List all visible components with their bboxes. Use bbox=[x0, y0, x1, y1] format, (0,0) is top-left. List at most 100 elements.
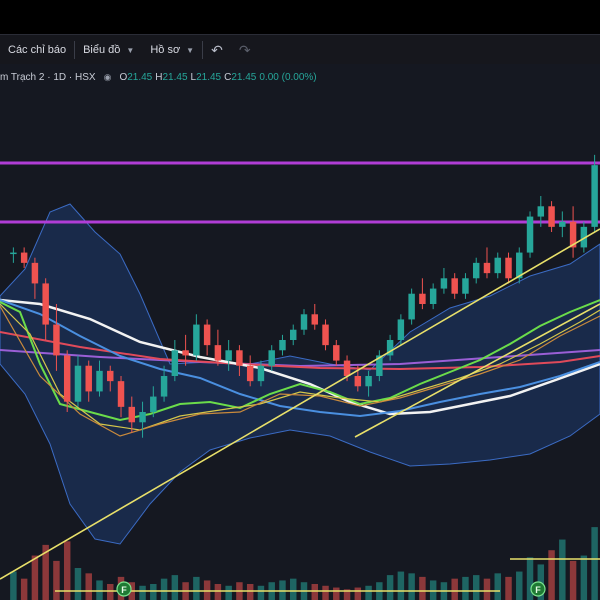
candle-body[interactable] bbox=[419, 293, 426, 304]
candle-body[interactable] bbox=[494, 257, 501, 274]
candle-body[interactable] bbox=[591, 165, 598, 227]
candle-body[interactable] bbox=[225, 350, 232, 361]
volume-bar bbox=[53, 560, 60, 600]
top-black-bar bbox=[0, 0, 600, 34]
volume-bar bbox=[591, 527, 598, 600]
indicators-label: Các chỉ báo bbox=[8, 44, 67, 56]
volume-bar bbox=[451, 578, 458, 600]
volume-bar bbox=[150, 584, 157, 600]
candle-body[interactable] bbox=[96, 370, 103, 392]
chart-toolbar: Các chỉ báo Biểu đồ ▼ Hồ sơ ▼ ↶ ↷ bbox=[0, 34, 600, 66]
chart-legend: m Trạch 2 · 1D · HSX ◉ O 21.45 H 21.45 L 21… bbox=[0, 72, 320, 83]
candle-body[interactable] bbox=[300, 314, 308, 330]
candle-body[interactable] bbox=[279, 340, 286, 351]
volume-bar bbox=[160, 578, 168, 600]
volume-bar bbox=[74, 568, 82, 600]
candle-body[interactable] bbox=[257, 365, 265, 382]
volume-bar bbox=[397, 571, 405, 600]
candle-body[interactable] bbox=[139, 412, 146, 423]
high-value: 21.45 bbox=[162, 72, 188, 83]
event-marker-f[interactable]: F bbox=[116, 581, 132, 597]
candle-body[interactable] bbox=[42, 283, 49, 325]
volume-bar bbox=[569, 560, 577, 600]
event-marker-f[interactable]: F bbox=[530, 581, 546, 597]
candle-body[interactable] bbox=[236, 350, 243, 366]
profile-dropdown[interactable]: Hồ sơ ▼ bbox=[142, 35, 202, 65]
candle-body[interactable] bbox=[429, 288, 437, 304]
chart-type-dropdown[interactable]: Biểu đồ ▼ bbox=[75, 35, 142, 65]
volume-bar bbox=[246, 584, 254, 600]
candle-body[interactable] bbox=[290, 329, 297, 340]
volume-bar bbox=[462, 576, 469, 600]
candle-body[interactable] bbox=[548, 206, 555, 227]
candle-body[interactable] bbox=[440, 278, 448, 289]
candle-body[interactable] bbox=[322, 324, 329, 346]
close-value: 21.45 bbox=[231, 72, 257, 83]
volume-bar bbox=[548, 550, 555, 600]
symbol-label: m Trạch 2 · 1D · HSX bbox=[0, 72, 96, 83]
volume-bar bbox=[171, 575, 179, 600]
candle-body[interactable] bbox=[526, 216, 534, 253]
candle-body[interactable] bbox=[171, 350, 179, 376]
low-value: 21.45 bbox=[196, 72, 222, 83]
candle-body[interactable] bbox=[10, 252, 17, 255]
candle-body[interactable] bbox=[333, 345, 340, 361]
volume-bar bbox=[516, 571, 523, 600]
price-chart[interactable]: m Trạch 2 · 1D · HSX ◉ O 21.45 H 21.45 L 21… bbox=[0, 64, 600, 600]
candle-body[interactable] bbox=[343, 360, 351, 376]
marker-label: F bbox=[535, 585, 541, 595]
volume-bar bbox=[225, 585, 232, 600]
candle-body[interactable] bbox=[31, 262, 39, 284]
candle-body[interactable] bbox=[451, 278, 458, 294]
candle-body[interactable] bbox=[74, 365, 82, 402]
chevron-down-icon: ▼ bbox=[126, 45, 135, 55]
volume-bar bbox=[31, 555, 39, 600]
candle-body[interactable] bbox=[472, 262, 480, 279]
candle-body[interactable] bbox=[311, 314, 318, 325]
candle-body[interactable] bbox=[20, 252, 28, 263]
candle-body[interactable] bbox=[53, 324, 60, 356]
candle-body[interactable] bbox=[408, 293, 415, 320]
candle-body[interactable] bbox=[193, 324, 200, 356]
volume-bar bbox=[311, 584, 318, 600]
candle-body[interactable] bbox=[462, 278, 469, 294]
chart-type-label: Biểu đồ bbox=[83, 44, 121, 56]
candle-body[interactable] bbox=[160, 376, 168, 397]
volume-bar bbox=[193, 576, 200, 600]
undo-icon[interactable]: ↶ bbox=[203, 42, 231, 59]
volume-bar bbox=[559, 539, 566, 600]
eye-icon[interactable]: ◉ bbox=[104, 72, 112, 83]
candle-body[interactable] bbox=[85, 365, 92, 392]
indicators-button[interactable]: Các chỉ báo bbox=[0, 35, 74, 65]
volume-bar bbox=[85, 573, 92, 600]
volume-bar bbox=[472, 575, 480, 600]
volume-bar bbox=[494, 573, 501, 600]
open-key: O bbox=[119, 72, 128, 83]
candle-body[interactable] bbox=[63, 355, 71, 402]
open-value: 21.45 bbox=[127, 72, 153, 83]
candle-body[interactable] bbox=[182, 350, 189, 356]
candle-body[interactable] bbox=[117, 381, 125, 407]
redo-icon[interactable]: ↷ bbox=[231, 42, 259, 59]
volume-bar bbox=[10, 571, 17, 600]
volume-bar bbox=[107, 584, 114, 600]
candle-body[interactable] bbox=[246, 365, 254, 382]
candle-body[interactable] bbox=[505, 257, 512, 279]
volume-bar bbox=[505, 576, 512, 600]
candle-body[interactable] bbox=[107, 370, 114, 382]
candle-body[interactable] bbox=[365, 376, 372, 387]
profile-label: Hồ sơ bbox=[150, 44, 181, 56]
candle-body[interactable] bbox=[537, 206, 545, 217]
candle-body[interactable] bbox=[354, 376, 362, 387]
marker-label: F bbox=[121, 585, 127, 595]
candle-body[interactable] bbox=[214, 345, 222, 361]
candle-body[interactable] bbox=[397, 319, 405, 340]
candle-body[interactable] bbox=[203, 324, 211, 346]
candle-body[interactable] bbox=[268, 350, 275, 366]
volume-bar bbox=[214, 584, 222, 600]
candle-body[interactable] bbox=[150, 396, 157, 412]
candle-body[interactable] bbox=[483, 262, 491, 274]
candle-body[interactable] bbox=[559, 221, 566, 227]
candle-body[interactable] bbox=[128, 406, 136, 423]
volume-bar bbox=[290, 578, 297, 600]
